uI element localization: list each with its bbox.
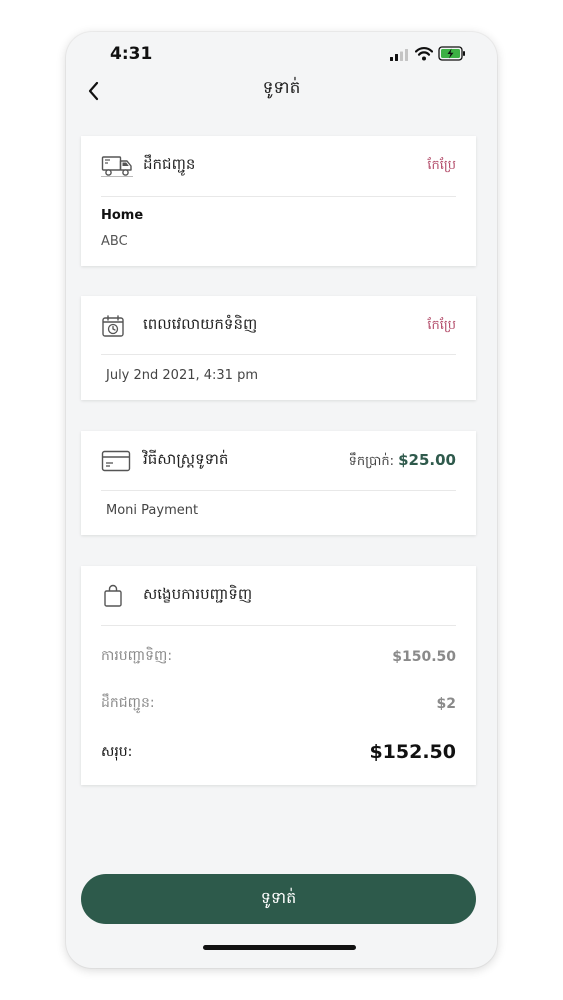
payment-card: វិធីសាស្រ្តទូទាត់ ទឹកប្រាក់: $25.00 Moni…	[81, 431, 476, 535]
page-title: ទូទាត់	[262, 78, 301, 98]
delivery-fee-value: $2	[436, 695, 456, 712]
signal-icon	[390, 49, 408, 61]
subtotal-label: ការបញ្ជាទិញ:	[101, 648, 173, 664]
payment-title: វិធីសាស្រ្តទូទាត់	[143, 450, 229, 468]
summary-row-total: សរុប: $152.50	[101, 741, 456, 763]
home-indicator	[203, 945, 356, 950]
pickup-datetime: July 2nd 2021, 4:31 pm	[106, 368, 258, 383]
status-time: 4:31	[110, 44, 153, 64]
nav-bar: ទូទាត់	[66, 76, 497, 120]
truck-icon	[101, 152, 135, 180]
schedule-card: ពេលវេលាយកទំនិញ កែប្រែ July 2nd 2021, 4:3…	[81, 296, 476, 400]
payment-method: Moni Payment	[106, 503, 199, 518]
total-label: សរុប:	[101, 743, 133, 760]
phone-screen: 4:31 ទូទាត់ ដឹកជញ្ជូន កែប្រែ Home ABC ពេ…	[66, 32, 497, 968]
divider	[101, 354, 456, 355]
payment-amount: ទឹកប្រាក់: $25.00	[349, 451, 456, 472]
address-value: ABC	[101, 234, 128, 249]
schedule-edit-link[interactable]: កែប្រែ	[427, 317, 456, 336]
calendar-clock-icon	[101, 312, 135, 340]
amount-label: ទឹកប្រាក់:	[348, 453, 394, 469]
divider	[101, 490, 456, 491]
schedule-title: ពេលវេលាយកទំនិញ	[143, 315, 258, 333]
delivery-card: ដឹកជញ្ជូន កែប្រែ Home ABC	[81, 136, 476, 266]
address-label: Home	[101, 208, 144, 223]
pay-button[interactable]: ទូទាត់	[81, 874, 476, 924]
credit-card-icon	[101, 447, 135, 475]
divider	[101, 196, 456, 197]
shopping-bag-icon	[101, 582, 135, 610]
summary-title: សង្ខេបការបញ្ជាទិញ	[143, 585, 253, 603]
summary-row-subtotal: ការបញ្ជាទិញ: $150.50	[101, 646, 456, 667]
battery-charging-icon	[438, 46, 465, 61]
status-bar: 4:31	[66, 32, 497, 76]
order-summary-card: សង្ខេបការបញ្ជាទិញ ការបញ្ជាទិញ: $150.50 ដ…	[81, 566, 476, 785]
delivery-title: ដឹកជញ្ជូន	[143, 155, 196, 173]
delivery-edit-link[interactable]: កែប្រែ	[427, 157, 456, 176]
divider	[101, 625, 456, 626]
wifi-icon	[415, 47, 433, 61]
total-value: $152.50	[369, 741, 456, 763]
subtotal-value: $150.50	[392, 648, 456, 665]
amount-value: $25.00	[398, 450, 456, 469]
delivery-fee-label: ដឹកជញ្ជូន:	[101, 695, 155, 711]
summary-row-delivery: ដឹកជញ្ជូន: $2	[101, 693, 456, 714]
